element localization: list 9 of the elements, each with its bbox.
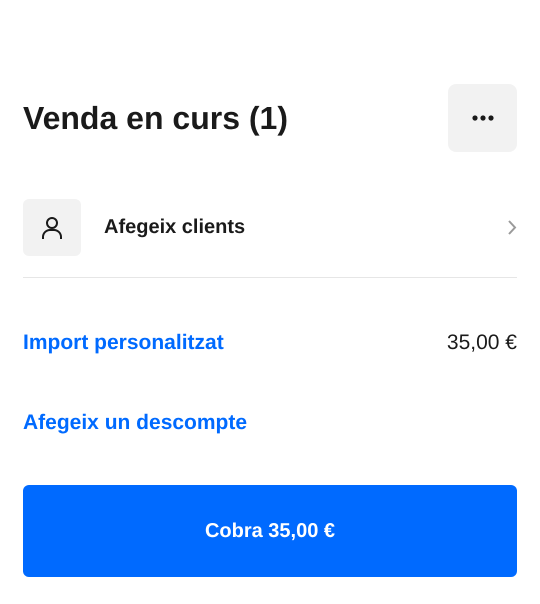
person-icon [23,199,81,256]
chevron-right-icon[interactable] [507,219,517,236]
line-item-link[interactable]: Import personalitzat [23,331,224,355]
line-item-amount: 35,00 € [446,331,517,355]
page-title: Venda en curs (1) [23,100,288,136]
add-customer-link[interactable]: Afegeix clients [104,216,507,239]
more-icon [472,115,494,121]
add-discount-link[interactable]: Afegeix un descompte [23,411,248,435]
charge-button[interactable]: Cobra 35,00 € [23,485,517,577]
